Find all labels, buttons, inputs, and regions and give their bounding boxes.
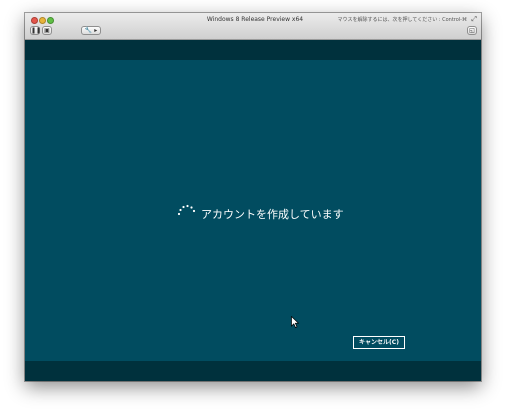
release-mouse-hint: マウスを解除するには、次を押してください : Control-⌘ [337, 17, 467, 23]
snapshot-icon: ▣ [44, 27, 50, 34]
loading-spinner-icon [177, 204, 196, 216]
screenshot-icon: ◱ [469, 27, 475, 34]
wrench-icon: 🔧 [84, 27, 93, 34]
window-titlebar: Windows 8 Release Preview x64 マウスを解除するには… [25, 13, 481, 40]
vm-window: Windows 8 Release Preview x64 マウスを解除するには… [25, 13, 481, 381]
zoom-window-button[interactable] [47, 17, 54, 24]
minimize-window-button[interactable] [39, 17, 46, 24]
close-window-button[interactable] [31, 17, 38, 24]
cancel-button[interactable]: キャンセル(C) [353, 336, 405, 349]
mouse-pointer-icon [291, 316, 299, 328]
pause-button[interactable]: ❚❚ [30, 26, 42, 35]
vm-screen[interactable]: アカウントを作成しています キャンセル(C) [25, 40, 481, 381]
settings-button[interactable]: 🔧 ▸ [81, 26, 101, 35]
setup-content-area: アカウントを作成しています キャンセル(C) [25, 60, 481, 361]
screenshot-button[interactable]: ◱ [467, 26, 477, 35]
snapshot-button[interactable]: ▣ [42, 26, 52, 35]
fullscreen-icon[interactable]: ⤢ [471, 15, 477, 24]
chevron-right-icon: ▸ [94, 27, 98, 34]
status-message: アカウントを作成しています [201, 208, 344, 221]
window-title: Windows 8 Release Preview x64 [206, 16, 304, 23]
pause-icon: ❚❚ [31, 27, 42, 34]
